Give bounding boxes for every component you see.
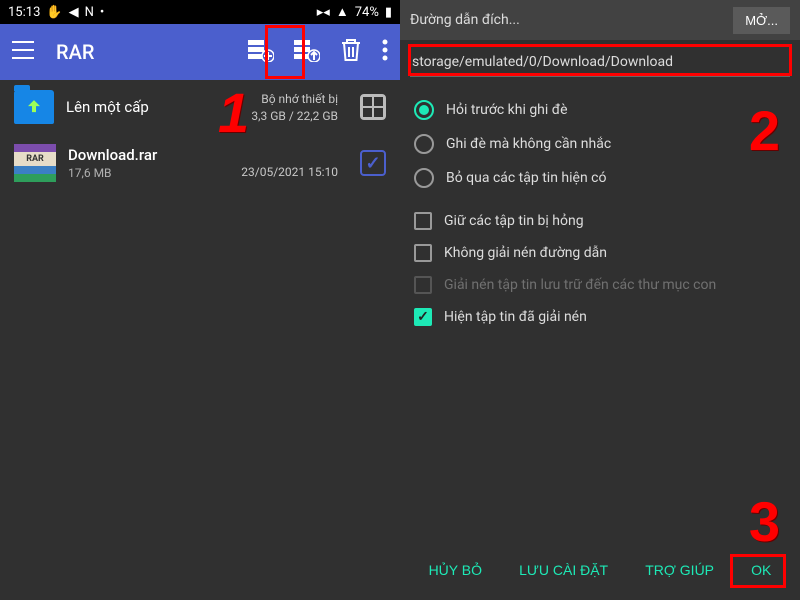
open-button[interactable]: MỞ... — [733, 7, 790, 34]
destination-path-input[interactable] — [410, 48, 790, 77]
cancel-button[interactable]: HỦY BỎ — [419, 554, 492, 586]
file-checkbox[interactable]: ✓ — [360, 150, 386, 176]
status-time: 15:13 — [8, 5, 40, 20]
save-settings-button[interactable]: LƯU CÀI ĐẶT — [509, 554, 618, 586]
storage-size: 3,3 GB / 22,2 GB — [251, 109, 338, 123]
grid-icon — [360, 94, 386, 120]
overflow-icon[interactable] — [382, 39, 388, 65]
checkbox-label: Giữ các tập tin bị hỏng — [444, 213, 584, 229]
up-one-level-row[interactable]: Lên một cấp Bộ nhớ thiết bị 3,3 GB / 22,… — [0, 80, 400, 134]
battery-percent: 74% — [355, 5, 379, 20]
annotation-number-3: 3 — [749, 489, 780, 554]
app-title: RAR — [56, 40, 230, 64]
signal-icon: ▲ — [336, 4, 349, 20]
checkbox-keep-broken[interactable]: Giữ các tập tin bị hỏng — [414, 205, 786, 237]
file-browser-panel: 15:13 ✋ ◀ N • ▸◂ ▲ 74% ▮ RAR — [0, 0, 400, 600]
overwrite-options: Hỏi trước khi ghi đè Ghi đè mà không cần… — [400, 85, 800, 341]
dest-header: Đường dẫn đích... MỞ... — [400, 0, 800, 40]
n-icon: N — [85, 5, 94, 20]
file-row[interactable]: RAR Download.rar 17,6 MB 23/05/2021 15:1… — [0, 134, 400, 192]
extract-archive-icon[interactable] — [294, 38, 320, 66]
radio-label: Bỏ qua các tập tin hiện có — [446, 170, 606, 186]
radio-icon — [414, 168, 434, 188]
status-bar: 15:13 ✋ ◀ N • ▸◂ ▲ 74% ▮ — [0, 0, 400, 24]
file-name: Download.rar — [68, 146, 229, 164]
file-size: 17,6 MB — [68, 166, 229, 180]
battery-icon: ▮ — [385, 5, 392, 20]
radio-overwrite-silent[interactable]: Ghi đè mà không cần nhắc — [414, 127, 786, 161]
checkbox-subfolders: Giải nén tập tin lưu trữ đến các thư mục… — [414, 269, 786, 301]
add-archive-icon[interactable] — [248, 38, 274, 66]
help-button[interactable]: TRỢ GIÚP — [635, 554, 724, 586]
check-icon: ✓ — [360, 150, 386, 176]
file-date: 23/05/2021 15:10 — [241, 165, 338, 179]
checkbox-label: Giải nén tập tin lưu trữ đến các thư mục… — [444, 277, 716, 293]
folder-up-icon — [14, 90, 54, 124]
up-label: Lên một cấp — [66, 98, 239, 116]
radio-label: Hỏi trước khi ghi đè — [446, 102, 568, 118]
wifi-icon: ▸◂ — [317, 5, 330, 20]
extract-dialog-panel: Đường dẫn đích... MỞ... Hỏi trước khi gh… — [400, 0, 800, 600]
checkbox-icon — [414, 276, 432, 294]
radio-ask-overwrite[interactable]: Hỏi trước khi ghi đè — [414, 93, 786, 127]
ok-button[interactable]: OK — [741, 554, 781, 586]
radio-label: Ghi đè mà không cần nhắc — [446, 136, 611, 152]
radio-skip-existing[interactable]: Bỏ qua các tập tin hiện có — [414, 161, 786, 195]
radio-icon — [414, 100, 434, 120]
app-toolbar: RAR — [0, 24, 400, 80]
storage-label: Bộ nhớ thiết bị — [251, 92, 338, 106]
checkbox-label: Không giải nén đường dẫn — [444, 245, 607, 261]
dest-label: Đường dẫn đích... — [410, 12, 723, 28]
checkbox-icon: ✓ — [414, 308, 432, 326]
checkbox-no-paths[interactable]: Không giải nén đường dẫn — [414, 237, 786, 269]
dialog-buttons: HỦY BỎ LƯU CÀI ĐẶT TRỢ GIÚP OK — [400, 554, 800, 586]
arrow-icon: ◀ — [69, 5, 79, 20]
checkbox-icon — [414, 244, 432, 262]
checkbox-show-extracted[interactable]: ✓ Hiện tập tin đã giải nén — [414, 301, 786, 333]
radio-icon — [414, 134, 434, 154]
delete-icon[interactable] — [340, 38, 362, 66]
dot-icon: • — [100, 5, 104, 20]
menu-icon[interactable] — [12, 41, 34, 63]
rar-file-icon: RAR — [14, 144, 56, 182]
checkbox-label: Hiện tập tin đã giải nén — [444, 309, 587, 325]
hand-icon: ✋ — [46, 5, 62, 20]
checkbox-icon — [414, 212, 432, 230]
view-grid-button[interactable] — [360, 94, 386, 120]
